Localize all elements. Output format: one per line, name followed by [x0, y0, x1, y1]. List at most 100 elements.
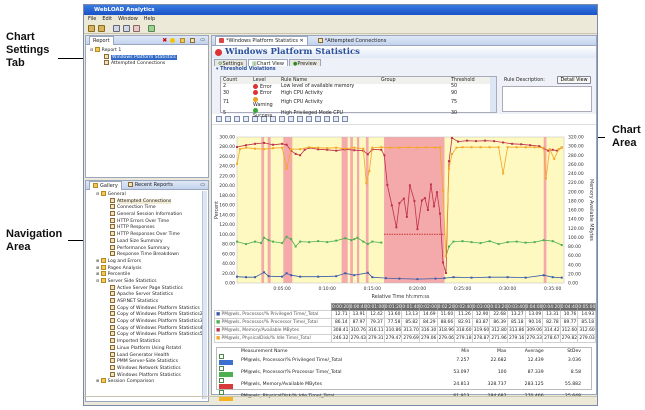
- gallery-item[interactable]: Attempted Connections: [96, 197, 201, 205]
- threshold-scrollbar[interactable]: [490, 77, 496, 112]
- tree-item-attempted-connections[interactable]: Attempted Connections: [90, 60, 204, 67]
- gallery-scrollbar[interactable]: [202, 191, 207, 399]
- gallery-item[interactable]: Windows Network Statistics: [96, 364, 201, 372]
- data-point: [484, 139, 487, 142]
- data-table-cell: 246.32: [331, 334, 350, 343]
- close-tab-icon[interactable]: ✕: [300, 38, 304, 44]
- menu-help[interactable]: Help: [144, 16, 155, 22]
- gallery-folder[interactable]: ⊞ Percentile: [96, 271, 201, 278]
- data-table-row: ■ PM@wls, Processor/% Privileged Time/_T…: [214, 310, 596, 319]
- gallery-item[interactable]: Performance Summary: [96, 244, 201, 252]
- data-point: [432, 205, 435, 208]
- refresh-icon[interactable]: [148, 25, 155, 32]
- gallery-item[interactable]: Copy of Windows Platform Statistics2: [96, 311, 203, 318]
- export-icon[interactable]: [133, 25, 140, 32]
- gallery-item[interactable]: Connection Time: [96, 204, 201, 211]
- data-point: [542, 239, 545, 242]
- x-axis-title: Relative Time hh:mm:ss: [372, 294, 430, 300]
- menu-edit[interactable]: Edit: [102, 16, 112, 22]
- gallery-item[interactable]: ASP.NET Statistics: [96, 298, 201, 305]
- data-point: [236, 162, 238, 165]
- gallery-item[interactable]: PMM Server-Side Statistics: [96, 358, 201, 365]
- threshold-row[interactable]: 71 Warning High CPU Activity 75: [221, 96, 491, 108]
- minimize-icon[interactable]: ▭: [200, 182, 205, 188]
- gallery-item[interactable]: HTTP Errors Over Time: [96, 217, 201, 225]
- gallery-item[interactable]: HTTP Responses Over Time: [96, 231, 201, 238]
- gallery-item[interactable]: Load Generator Health: [96, 351, 201, 359]
- legend-row[interactable]: PM@wls, Processor/% Privileged Time/_Tot…: [217, 354, 591, 366]
- report-icon[interactable]: [190, 37, 196, 43]
- series-visibility-checkbox[interactable]: [219, 390, 224, 395]
- series-color-swatch[interactable]: [219, 360, 233, 365]
- gallery-item[interactable]: Response Time Breakdown: [96, 251, 201, 258]
- gallery-item[interactable]: Apache Server Statistics: [96, 291, 201, 298]
- report-icon: [317, 37, 323, 43]
- series-visibility-checkbox[interactable]: [219, 354, 224, 359]
- menu-window[interactable]: Window: [118, 16, 138, 22]
- data-table-cell: 279.31: [366, 334, 385, 343]
- data-point: [470, 146, 473, 149]
- tab-chart-view[interactable]: ▥Chart View: [248, 59, 288, 67]
- gallery-item[interactable]: Copy of Windows Platform Statistics: [96, 304, 201, 312]
- tree-item-windows-platform-statistics[interactable]: Windows Platform Statistics: [90, 53, 204, 61]
- tree-item-report-1[interactable]: ⊟ Report 1: [90, 47, 204, 54]
- tab-gallery[interactable]: Gallery: [89, 180, 122, 190]
- y-tick-label: 200.00: [219, 183, 235, 189]
- folder-icon[interactable]: [180, 37, 186, 43]
- data-table-cell: 82.78: [542, 318, 561, 327]
- gallery-folder[interactable]: ⊞ Session Comparison: [96, 378, 201, 385]
- gallery-folder[interactable]: ⊞ Pages Analysis: [96, 264, 201, 272]
- tab-report[interactable]: Report: [89, 35, 114, 45]
- report-icon: [110, 231, 115, 237]
- tab-attempted-connections[interactable]: *Attempted Connections: [315, 37, 390, 45]
- series-color-swatch[interactable]: [219, 384, 233, 389]
- data-point: [245, 146, 248, 149]
- gallery-item[interactable]: Load Size Summary: [96, 237, 201, 245]
- gallery-item[interactable]: Imported Statistics: [96, 338, 201, 345]
- tab-settings[interactable]: ⚙Settings: [214, 59, 247, 67]
- data-point: [452, 240, 455, 243]
- gallery-item[interactable]: Copy of Windows Platform Statistics5: [96, 331, 203, 338]
- template-icon[interactable]: [123, 25, 130, 32]
- legend-row[interactable]: PM@wls, Memory/Available MBytes 24.813 3…: [217, 378, 591, 390]
- delete-icon[interactable]: ✖: [162, 37, 167, 44]
- tab-preview[interactable]: ●Preview: [288, 59, 321, 67]
- gallery-item[interactable]: Copy of Windows Platform Statistics4: [96, 324, 203, 332]
- report-icon: [110, 338, 115, 344]
- series-visibility-checkbox[interactable]: [219, 366, 224, 371]
- menu-file[interactable]: File: [88, 16, 96, 22]
- data-table-row-name: ■ PM@wls, Memory/Available MBytes: [214, 326, 332, 335]
- gallery-item[interactable]: Copy of Windows Platform Statistics3: [96, 318, 203, 325]
- y-tick-label: 0.00: [225, 281, 235, 287]
- threshold-row[interactable]: 5 Success High Privileged Mode CPU 30: [221, 107, 491, 119]
- gallery-item[interactable]: Linux Platform Using Rstatd: [96, 344, 201, 352]
- gallery-item[interactable]: HTTP Responses: [96, 224, 201, 231]
- data-table-cell: 83.87: [471, 318, 491, 327]
- new-report-icon[interactable]: [113, 25, 120, 32]
- minimize-icon[interactable]: ▭: [200, 37, 205, 43]
- legend-row[interactable]: PM@wls, Processor/% Processor Time/_Tota…: [217, 366, 591, 378]
- detail-view-button[interactable]: Detail View: [557, 76, 591, 84]
- threshold-section-header[interactable]: ▾ Threshold Violations: [212, 67, 596, 74]
- report-icon: [110, 224, 115, 230]
- report-icon: [104, 60, 109, 66]
- y2-tick-label: 120.00: [568, 226, 584, 232]
- series-visibility-checkbox[interactable]: [219, 378, 224, 383]
- gallery-folder[interactable]: ⊞ Log and Errors: [96, 257, 201, 265]
- data-table-cell: 278.87: [471, 334, 491, 343]
- tab-recent-reports[interactable]: Recent Reports: [125, 181, 176, 189]
- error-icon: [253, 83, 258, 89]
- open-icon[interactable]: [88, 25, 95, 32]
- gallery-item[interactable]: General Session Information: [96, 211, 201, 218]
- gallery-folder[interactable]: ⊟ General: [96, 191, 201, 198]
- save-icon[interactable]: [98, 25, 105, 32]
- tab-windows-platform-statistics[interactable]: *Windows Platform Statistics ✕: [215, 36, 308, 45]
- success-icon: [253, 107, 258, 113]
- gallery-folder[interactable]: ⊟ Server Side Statistics: [96, 277, 201, 285]
- gallery-item[interactable]: Active Server Page Statistics: [96, 284, 201, 292]
- y-tick-label: 160.00: [219, 203, 235, 209]
- lightbulb-icon[interactable]: [170, 37, 176, 43]
- y-tick-label: 180.00: [219, 193, 235, 199]
- series-color-swatch[interactable]: [219, 372, 233, 377]
- gallery-item[interactable]: Windows Platform Statistics: [96, 371, 201, 379]
